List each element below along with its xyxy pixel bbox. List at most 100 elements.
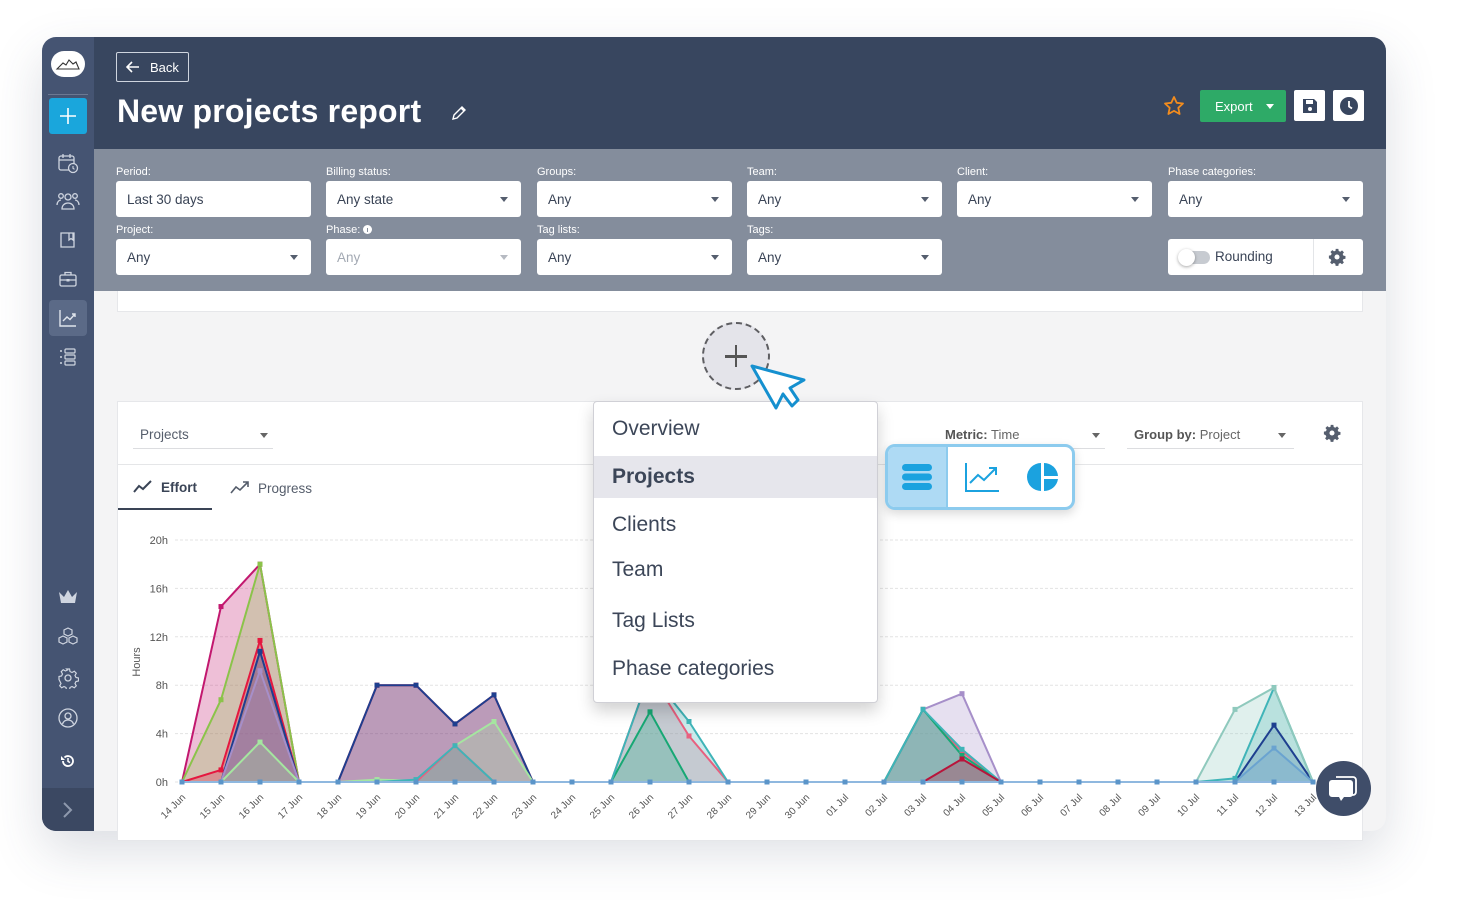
tag-lists-label: Tag lists: (537, 224, 580, 236)
team-select[interactable]: Any (747, 181, 942, 217)
caret-down-icon (921, 197, 929, 202)
sidebar-item-schedule[interactable] (49, 145, 87, 181)
viz-line-chart-button[interactable] (950, 447, 1014, 507)
phase-categories-select[interactable]: Any (1168, 181, 1363, 217)
tab-progress-label: Progress (258, 480, 313, 496)
billing-status-label: Billing status: (326, 166, 391, 178)
sidebar-item-integrations[interactable] (49, 619, 87, 655)
rounding-toggle[interactable] (1178, 249, 1210, 266)
sidebar-item-settings[interactable] (49, 660, 87, 696)
tab-effort[interactable]: Effort (118, 466, 212, 510)
menu-item-label: Phase categories (612, 657, 775, 680)
sidebar-divider (48, 94, 88, 95)
metric-value: Time (991, 427, 1020, 442)
caret-down-icon (1266, 104, 1274, 109)
caret-down-icon (1131, 197, 1139, 202)
phase-select[interactable]: Any (326, 239, 521, 275)
menu-item-team[interactable]: Team (594, 549, 877, 591)
period-value: Last 30 days (127, 191, 204, 207)
groups-value: Any (548, 191, 572, 207)
sidebar-item-upgrade[interactable] (49, 579, 87, 615)
logo[interactable] (51, 51, 85, 77)
user-circle-icon (58, 708, 78, 728)
chart-line-icon (59, 310, 76, 327)
caret-down-icon (290, 255, 298, 260)
rounding-divider (1313, 239, 1314, 275)
gear-icon[interactable] (1328, 248, 1346, 266)
viz-pie-chart-button[interactable] (1014, 447, 1072, 507)
menu-item-phase-categories[interactable]: Phase categories (594, 648, 877, 690)
sidebar-item-history[interactable] (49, 743, 87, 779)
add-button[interactable] (49, 98, 87, 134)
project-value: Any (127, 249, 151, 265)
people-icon (56, 193, 80, 210)
menu-item-label: Tag Lists (612, 609, 695, 632)
sidebar-expand-button[interactable] (42, 788, 94, 831)
widget-type-select[interactable]: Projects (133, 419, 273, 449)
sidebar-item-team[interactable] (49, 183, 87, 219)
widget-settings-gear-icon[interactable] (1323, 424, 1341, 442)
menu-item-clients[interactable]: Clients (594, 504, 877, 546)
metric-label: Metric: (945, 427, 988, 442)
project-select[interactable]: Any (116, 239, 311, 275)
caret-down-icon (500, 255, 508, 260)
info-icon[interactable] (363, 225, 373, 234)
visualization-switcher (885, 444, 1075, 510)
tab-progress[interactable]: Progress (230, 466, 312, 510)
period-field[interactable]: Last 30 days (116, 181, 311, 217)
arrow-left-icon (126, 61, 139, 73)
trend-up-icon (230, 481, 249, 494)
sidebar-item-reports[interactable] (49, 300, 87, 336)
briefcase-icon (59, 271, 77, 287)
book-icon (60, 232, 75, 248)
menu-item-label: Team (612, 558, 664, 581)
history-button[interactable] (1333, 90, 1364, 121)
caret-down-icon (921, 255, 929, 260)
rounding-label: Rounding (1215, 249, 1273, 264)
floppy-disk-icon (1302, 98, 1317, 113)
page-title: New projects report (117, 93, 422, 129)
phase-label: Phase: (326, 224, 361, 236)
groups-label: Groups: (537, 166, 577, 178)
line-chart-icon (965, 463, 999, 492)
sidebar-item-profile[interactable] (49, 700, 87, 736)
back-button[interactable]: Back (116, 52, 189, 82)
list-icon (902, 464, 932, 490)
sidebar-item-portfolio[interactable] (49, 261, 87, 297)
menu-item-tag-lists[interactable]: Tag Lists (594, 600, 877, 642)
menu-item-label: Projects (612, 465, 695, 488)
save-button[interactable] (1294, 90, 1325, 121)
mouse-pointer-icon (750, 364, 806, 410)
groupby-value: Project (1199, 427, 1241, 442)
star-icon[interactable] (1163, 95, 1185, 117)
tag-lists-value: Any (548, 249, 572, 265)
caret-down-icon (711, 197, 719, 202)
project-label: Project: (116, 224, 154, 236)
sidebar-item-planning[interactable] (49, 339, 87, 375)
empty-widget-card (117, 291, 1363, 312)
billing-status-value: Any state (337, 191, 394, 207)
billing-status-select[interactable]: Any state (326, 181, 521, 217)
client-select[interactable]: Any (957, 181, 1152, 217)
viz-list-button[interactable] (888, 447, 948, 507)
phase-categories-label: Phase categories: (1168, 166, 1257, 178)
tags-select[interactable]: Any (747, 239, 942, 275)
menu-item-label: Overview (612, 417, 700, 440)
phase-value: Any (337, 249, 361, 265)
menu-item-projects[interactable]: Projects (594, 456, 877, 498)
client-value: Any (968, 191, 992, 207)
pencil-icon[interactable] (450, 105, 467, 122)
team-label: Team: (747, 166, 777, 178)
menu-item-overview[interactable]: Overview (594, 408, 877, 450)
clock-icon (1339, 96, 1358, 115)
groups-select[interactable]: Any (537, 181, 732, 217)
chat-button[interactable] (1316, 761, 1371, 816)
caret-down-icon (1342, 197, 1350, 202)
plus-icon (60, 108, 76, 124)
tag-lists-select[interactable]: Any (537, 239, 732, 275)
caret-down-icon (260, 433, 268, 438)
groupby-select[interactable]: Group by: Project (1127, 419, 1294, 449)
widget-type-value: Projects (140, 427, 189, 442)
sidebar-item-projects[interactable] (49, 222, 87, 258)
export-button[interactable]: Export (1200, 90, 1286, 122)
